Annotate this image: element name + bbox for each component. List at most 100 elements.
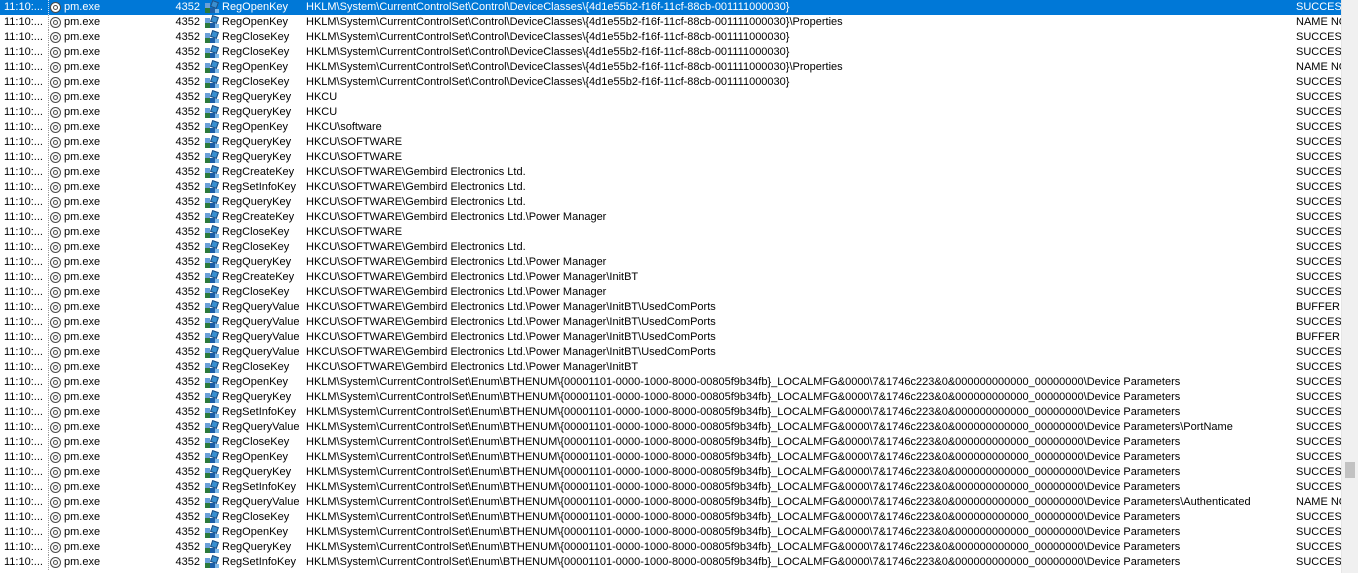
process-icon-cell xyxy=(50,15,63,30)
table-row[interactable]: 11:10:... pm.exe 4352 RegCreateKey HKCU\… xyxy=(0,165,1358,180)
table-row[interactable]: 11:10:... pm.exe 4352 RegQueryValue HKCU… xyxy=(0,345,1358,360)
time-cell: 11:10:... xyxy=(4,331,43,343)
table-row[interactable]: 11:10:... pm.exe 4352 RegSetInfoKey HKCU… xyxy=(0,180,1358,195)
table-row[interactable]: 11:10:... pm.exe 4352 RegCloseKey HKCU\S… xyxy=(0,240,1358,255)
registry-icon xyxy=(205,15,220,29)
table-row[interactable]: 11:10:... pm.exe 4352 RegQueryValue HKCU… xyxy=(0,300,1358,315)
table-row[interactable]: 11:10:... pm.exe 4352 RegSetInfoKey HKLM… xyxy=(0,480,1358,495)
table-row[interactable]: 11:10:... pm.exe 4352 RegSetInfoKey HKLM… xyxy=(0,405,1358,420)
table-row[interactable]: 11:10:... pm.exe 4352 RegQueryValue HKLM… xyxy=(0,420,1358,435)
process-name-cell: pm.exe xyxy=(64,181,101,193)
table-row[interactable]: 11:10:... pm.exe 4352 RegCreateKey HKCU\… xyxy=(0,270,1358,285)
process-icon xyxy=(50,332,61,343)
table-row[interactable]: 11:10:... pm.exe 4352 RegCloseKey HKCU\S… xyxy=(0,360,1358,375)
table-row[interactable]: 11:10:... pm.exe 4352 RegCloseKey HKLM\S… xyxy=(0,75,1358,90)
table-row[interactable]: 11:10:... pm.exe 4352 RegQueryKey HKLM\S… xyxy=(0,540,1358,555)
process-name-cell: pm.exe xyxy=(64,361,101,373)
registry-icon xyxy=(205,150,220,164)
pid-cell: 4352 xyxy=(175,391,200,403)
event-list[interactable]: 11:10:... pm.exe 4352 RegOpenKey HKLM\Sy… xyxy=(0,0,1358,573)
table-row[interactable]: 11:10:... pm.exe 4352 RegQueryKey HKCU\S… xyxy=(0,150,1358,165)
table-row[interactable]: 11:10:... pm.exe 4352 RegCloseKey HKLM\S… xyxy=(0,510,1358,525)
process-icon xyxy=(50,422,61,433)
table-row[interactable]: 11:10:... pm.exe 4352 RegQueryValue HKCU… xyxy=(0,315,1358,330)
operation-icon-cell xyxy=(205,195,222,210)
process-name-cell: pm.exe xyxy=(64,541,101,553)
table-row[interactable]: 11:10:... pm.exe 4352 RegQueryValue HKLM… xyxy=(0,495,1358,510)
time-cell: 11:10:... xyxy=(4,301,43,313)
vertical-scrollbar[interactable] xyxy=(1341,0,1358,573)
time-cell: 11:10:... xyxy=(4,16,43,28)
process-icon-cell xyxy=(50,390,63,405)
table-row[interactable]: 11:10:... pm.exe 4352 RegCloseKey HKCU\S… xyxy=(0,285,1358,300)
pid-cell: 4352 xyxy=(175,346,200,358)
process-icon-cell xyxy=(50,105,63,120)
table-row[interactable]: 11:10:... pm.exe 4352 RegCloseKey HKCU\S… xyxy=(0,225,1358,240)
path-cell: HKLM\System\CurrentControlSet\Enum\BTHEN… xyxy=(306,556,1181,568)
table-row[interactable]: 11:10:... pm.exe 4352 RegOpenKey HKCU\so… xyxy=(0,120,1358,135)
registry-icon xyxy=(205,270,220,284)
process-icon xyxy=(50,2,61,13)
process-icon-cell xyxy=(50,450,63,465)
table-row[interactable]: 11:10:... pm.exe 4352 RegOpenKey HKLM\Sy… xyxy=(0,60,1358,75)
process-icon xyxy=(50,317,61,328)
operation-cell: RegOpenKey xyxy=(222,376,289,388)
scrollbar-thumb[interactable] xyxy=(1345,462,1355,478)
table-row[interactable]: 11:10:... pm.exe 4352 RegCloseKey HKLM\S… xyxy=(0,30,1358,45)
table-row[interactable]: 11:10:... pm.exe 4352 RegQueryKey HKCU\S… xyxy=(0,255,1358,270)
process-icon-cell xyxy=(50,540,63,555)
process-name-cell: pm.exe xyxy=(64,286,101,298)
operation-cell: RegSetInfoKey xyxy=(222,481,296,493)
path-cell: HKLM\System\CurrentControlSet\Enum\BTHEN… xyxy=(306,436,1181,448)
table-row[interactable]: 11:10:... pm.exe 4352 RegCloseKey HKLM\S… xyxy=(0,45,1358,60)
pid-cell: 4352 xyxy=(175,241,200,253)
operation-icon-cell xyxy=(205,0,222,15)
operation-cell: RegQueryKey xyxy=(222,196,292,208)
table-row[interactable]: 11:10:... pm.exe 4352 RegOpenKey HKLM\Sy… xyxy=(0,0,1358,15)
operation-icon-cell xyxy=(205,510,222,525)
process-icon xyxy=(50,212,61,223)
operation-cell: RegQueryKey xyxy=(222,136,292,148)
path-cell: HKLM\System\CurrentControlSet\Enum\BTHEN… xyxy=(306,481,1181,493)
operation-icon-cell xyxy=(205,480,222,495)
table-row[interactable]: 11:10:... pm.exe 4352 RegQueryKey HKCU\S… xyxy=(0,195,1358,210)
registry-icon xyxy=(205,255,220,269)
table-row[interactable]: 11:10:... pm.exe 4352 RegOpenKey HKLM\Sy… xyxy=(0,450,1358,465)
pid-cell: 4352 xyxy=(175,31,200,43)
table-row[interactable]: 11:10:... pm.exe 4352 RegQueryKey HKCU S… xyxy=(0,90,1358,105)
table-row[interactable]: 11:10:... pm.exe 4352 RegQueryKey HKCU S… xyxy=(0,105,1358,120)
operation-cell: RegSetInfoKey xyxy=(222,406,296,418)
process-icon-cell xyxy=(50,210,63,225)
table-row[interactable]: 11:10:... pm.exe 4352 RegOpenKey HKLM\Sy… xyxy=(0,525,1358,540)
process-icon xyxy=(50,362,61,373)
table-row[interactable]: 11:10:... pm.exe 4352 RegQueryKey HKCU\S… xyxy=(0,135,1358,150)
operation-cell: RegCreateKey xyxy=(222,166,295,178)
operation-icon-cell xyxy=(205,240,222,255)
time-cell: 11:10:... xyxy=(4,46,43,58)
table-row[interactable]: 11:10:... pm.exe 4352 RegCreateKey HKCU\… xyxy=(0,210,1358,225)
table-row[interactable]: 11:10:... pm.exe 4352 RegSetInfoKey HKLM… xyxy=(0,555,1358,570)
process-icon-cell xyxy=(50,150,63,165)
pid-cell: 4352 xyxy=(175,16,200,28)
time-cell: 11:10:... xyxy=(4,256,43,268)
path-cell: HKLM\System\CurrentControlSet\Enum\BTHEN… xyxy=(306,526,1181,538)
table-row[interactable]: 11:10:... pm.exe 4352 RegOpenKey HKLM\Sy… xyxy=(0,15,1358,30)
process-icon-cell xyxy=(50,495,63,510)
registry-icon xyxy=(205,105,220,119)
table-row[interactable]: 11:10:... pm.exe 4352 RegCloseKey HKLM\S… xyxy=(0,435,1358,450)
table-row[interactable]: 11:10:... pm.exe 4352 RegQueryKey HKLM\S… xyxy=(0,465,1358,480)
table-row[interactable]: 11:10:... pm.exe 4352 RegQueryValue HKCU… xyxy=(0,330,1358,345)
process-name-cell: pm.exe xyxy=(64,331,101,343)
operation-cell: RegOpenKey xyxy=(222,526,289,538)
registry-icon xyxy=(205,225,220,239)
process-icon-cell xyxy=(50,60,63,75)
operation-icon-cell xyxy=(205,30,222,45)
registry-icon xyxy=(205,525,220,539)
pid-cell: 4352 xyxy=(175,436,200,448)
process-icon xyxy=(50,47,61,58)
operation-icon-cell xyxy=(205,465,222,480)
table-row[interactable]: 11:10:... pm.exe 4352 RegOpenKey HKLM\Sy… xyxy=(0,375,1358,390)
process-icon xyxy=(50,287,61,298)
path-cell: HKCU\SOFTWARE\Gembird Electronics Ltd. xyxy=(306,181,526,193)
table-row[interactable]: 11:10:... pm.exe 4352 RegQueryKey HKLM\S… xyxy=(0,390,1358,405)
